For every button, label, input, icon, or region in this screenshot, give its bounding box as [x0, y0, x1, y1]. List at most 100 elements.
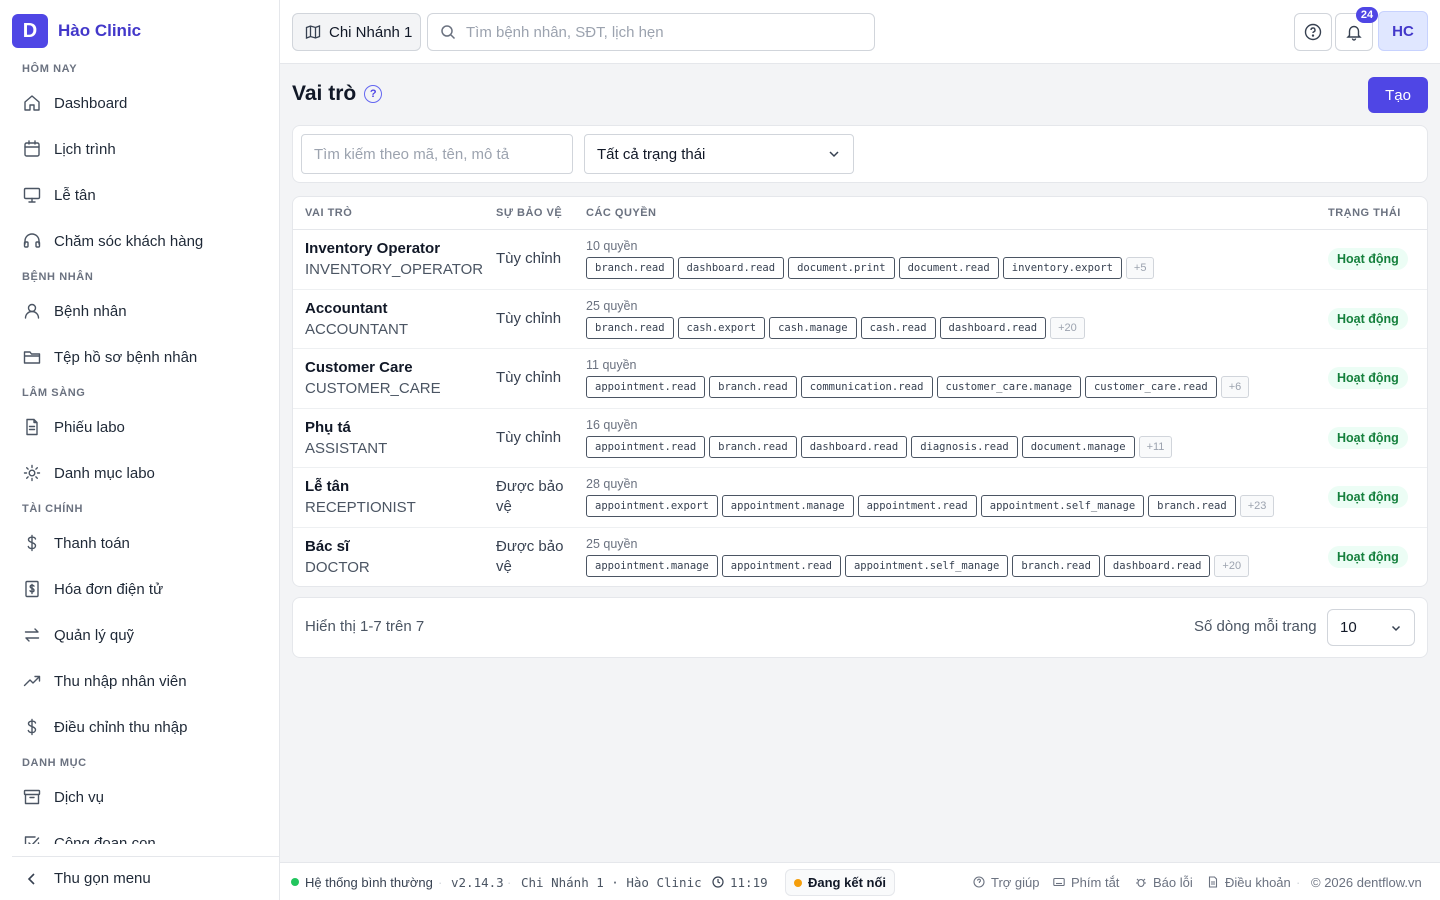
chevron-down-icon: [829, 151, 839, 158]
bell-icon: [1346, 25, 1362, 41]
role-cell: Bác sĩ DOCTOR: [305, 537, 370, 578]
roles-table: VAI TRÒ SỰ BẢO VỆ CÁC QUYỀN TRẠNG THÁI I…: [292, 196, 1428, 587]
more-permissions-badge[interactable]: +5: [1125, 257, 1155, 279]
column-header-role[interactable]: VAI TRÒ: [305, 207, 352, 219]
footer-shortcuts-label: Phím tắt: [1071, 874, 1120, 890]
table-row[interactable]: Accountant ACCOUNTANT Tùy chỉnh 25 quyền…: [293, 290, 1427, 349]
folder-icon: [23, 351, 41, 364]
permission-tag: branch.read: [1148, 495, 1236, 517]
sidebar-item-le-tan[interactable]: Lễ tân: [12, 172, 268, 218]
role-name[interactable]: Bác sĩ: [305, 537, 370, 557]
home-icon: [24, 95, 40, 111]
status-filter-select[interactable]: Tất cả trạng thái: [584, 134, 854, 174]
sidebar-item-label: Dịch vụ: [54, 788, 105, 806]
permission-tag: appointment.manage: [721, 495, 854, 517]
permission-tag: branch.read: [586, 316, 674, 339]
sidebar-item-thanh-toan[interactable]: Thanh toán: [12, 520, 268, 566]
table-row[interactable]: Customer Care CUSTOMER_CARE Tùy chỉnh 11…: [293, 349, 1427, 409]
footer-terms-link[interactable]: Điều khoản: [1207, 863, 1291, 900]
sidebar-item-dich-vu[interactable]: Dịch vụ: [12, 774, 268, 820]
user-avatar-button[interactable]: HC: [1378, 11, 1428, 51]
sidebar-item-dieu-chinh-thu-nhap[interactable]: Điều chỉnh thu nhập: [12, 704, 268, 750]
sidebar-item-danh-muc-labo[interactable]: Danh mục labo: [12, 450, 268, 496]
more-permissions-badge[interactable]: +20: [1214, 554, 1250, 577]
role-name[interactable]: Customer Care: [305, 358, 441, 378]
sidebar-item-cham-soc-khach-hang[interactable]: Chăm sóc khách hàng: [12, 218, 268, 264]
help-button[interactable]: [1294, 13, 1332, 51]
permission-tag: document.manage: [1021, 435, 1135, 458]
collapse-menu-button[interactable]: Thu gọn menu: [12, 856, 280, 900]
permission-list: appointment.read branch.read dashboard.rea…: [586, 435, 1326, 458]
role-name[interactable]: Inventory Operator: [305, 239, 483, 259]
permission-count: 10 quyền: [586, 239, 638, 253]
archive-icon: [23, 789, 41, 805]
sidebar-item-lich-trinh[interactable]: Lịch trình: [12, 126, 268, 172]
brand[interactable]: D Hào Clinic: [12, 14, 141, 48]
sidebar-item-label: Điều chỉnh thu nhập: [54, 718, 188, 736]
column-header-protection[interactable]: SỰ BẢO VỆ: [496, 207, 562, 219]
connection-status[interactable]: Đang kết nối: [785, 869, 896, 896]
permissions-cell: 10 quyền branch.read dashboard.read docume…: [586, 238, 1326, 279]
connection-status-text: Đang kết nối: [808, 875, 887, 890]
global-search-input[interactable]: [466, 23, 846, 41]
sidebar-item-phieu-labo[interactable]: Phiếu labo: [12, 404, 268, 450]
collapse-menu-label: Thu gọn menu: [54, 870, 151, 887]
sidebar-item-tep-ho-so-benh-nhan[interactable]: Tệp hồ sơ bệnh nhân: [12, 334, 268, 380]
rows-per-page-label: Số dòng mỗi trang: [1194, 618, 1317, 635]
branch-switcher-button[interactable]: Chi Nhánh 1: [292, 13, 421, 51]
sidebar-item-quan-ly-quy[interactable]: Quản lý quỹ: [12, 612, 268, 658]
page-help-icon[interactable]: ?: [364, 85, 383, 103]
sidebar-item-benh-nhan[interactable]: Bệnh nhân: [12, 288, 268, 334]
permission-tag: inventory.export: [1002, 257, 1122, 279]
more-permissions-badge[interactable]: +23: [1239, 495, 1275, 517]
sidebar-item-dashboard[interactable]: Dashboard: [12, 80, 268, 126]
permission-tag: cash.read: [860, 316, 936, 339]
status-filter-value: Tất cả trạng thái: [597, 145, 706, 163]
status-badge: Hoạt động: [1328, 486, 1408, 509]
sidebar-item-label: Thanh toán: [54, 534, 130, 552]
footer-separator: ·: [438, 874, 443, 890]
chevron-left-icon: [27, 872, 35, 885]
permission-count: 25 quyền: [586, 536, 638, 551]
status-badge: Hoạt động: [1328, 367, 1408, 390]
footer-branch: Chi Nhánh 1 · Hào Clinic: [521, 874, 702, 890]
document-icon: [26, 418, 38, 436]
permissions-cell: 16 quyền appointment.read branch.read dash…: [586, 417, 1326, 458]
user-icon: [24, 303, 40, 319]
role-name[interactable]: Phụ tá: [305, 418, 387, 438]
map-icon: [305, 25, 321, 39]
footer-shortcuts-link[interactable]: Phím tắt: [1053, 863, 1119, 900]
sidebar-item-label: Phiếu labo: [54, 418, 125, 436]
footer-help-link[interactable]: Trợ giúp: [973, 863, 1040, 900]
sidebar-item-label: Chăm sóc khách hàng: [54, 232, 204, 250]
sidebar-item-cong-doan-con[interactable]: Công đoạn con: [12, 820, 268, 844]
role-search-input[interactable]: [301, 134, 573, 174]
role-code: DOCTOR: [305, 558, 370, 576]
permissions-cell: 11 quyền appointment.read branch.read comm…: [586, 357, 1326, 398]
create-role-button[interactable]: Tạo: [1368, 77, 1428, 113]
table-row[interactable]: Phụ tá ASSISTANT Tùy chỉnh 16 quyền appo…: [293, 409, 1427, 468]
status-badge: Hoạt động: [1328, 546, 1408, 569]
role-cell: Inventory Operator INVENTORY_OPERATOR: [305, 239, 483, 280]
notifications-button[interactable]: 24: [1335, 7, 1378, 51]
pagination-bar: Hiển thị 1-7 trên 7 Số dòng mỗi trang 10: [292, 597, 1428, 658]
table-row[interactable]: Bác sĩ DOCTOR Được bảo vệ 25 quyền appoi…: [293, 528, 1427, 587]
more-permissions-badge[interactable]: +6: [1220, 376, 1250, 398]
permission-count: 28 quyền: [586, 477, 638, 491]
role-name[interactable]: Lễ tân: [305, 477, 416, 497]
footer-separator: ·: [507, 874, 512, 890]
app-version: v2.14.3: [451, 874, 504, 890]
role-name[interactable]: Accountant: [305, 299, 408, 319]
sidebar-item-label: Công đoạn con: [54, 834, 156, 845]
more-permissions-badge[interactable]: +20: [1050, 316, 1085, 339]
footer-report-bug-link[interactable]: Báo lỗi: [1135, 863, 1193, 900]
column-header-status[interactable]: TRẠNG THÁI: [1328, 207, 1401, 219]
table-row[interactable]: Lễ tân RECEPTIONIST Được bảo vệ 28 quyền…: [293, 468, 1427, 528]
rows-per-page-select[interactable]: 10: [1327, 609, 1415, 646]
permission-tag: customer_care.read: [1084, 376, 1217, 398]
sidebar-item-thu-nhap-nhan-vien[interactable]: Thu nhập nhân viên: [12, 658, 268, 704]
sidebar-item-label: Thu nhập nhân viên: [54, 672, 187, 690]
more-permissions-badge[interactable]: +11: [1138, 435, 1173, 458]
table-row[interactable]: Inventory Operator INVENTORY_OPERATOR Tù…: [293, 230, 1427, 290]
sidebar-item-hoa-don-dien-tu[interactable]: Hóa đơn điện tử: [12, 566, 268, 612]
